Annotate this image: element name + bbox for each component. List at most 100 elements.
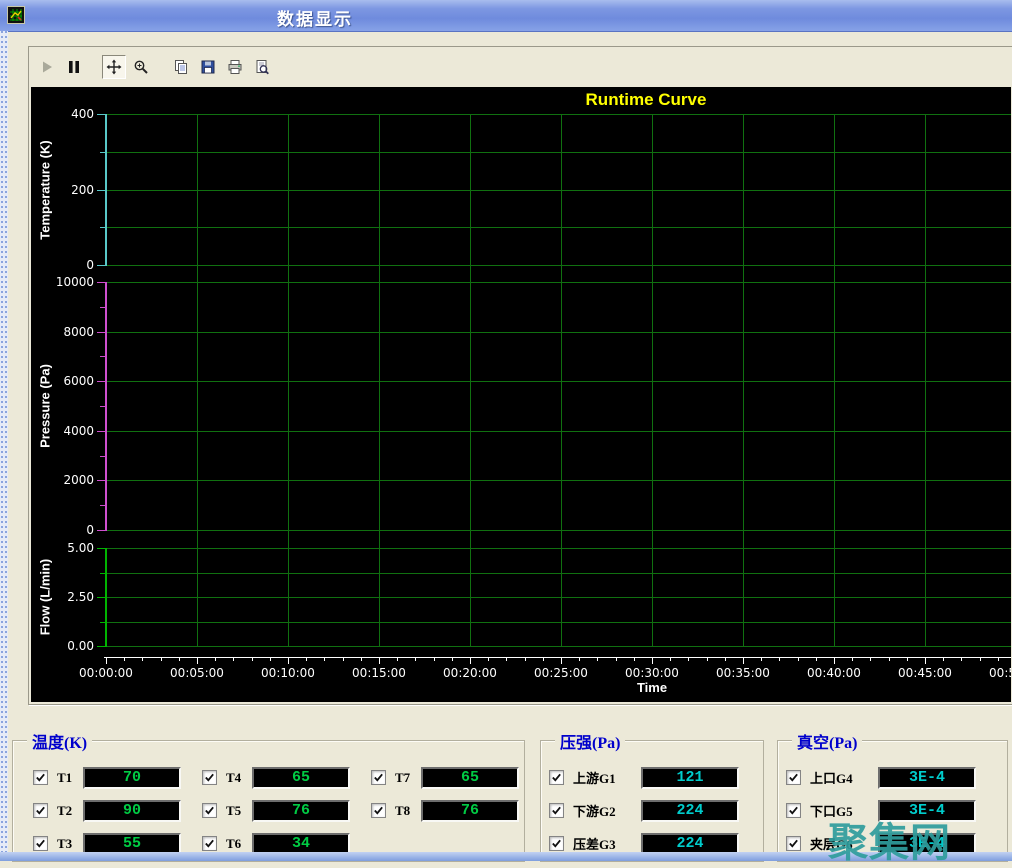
y-major-tick (97, 548, 105, 549)
t5-checkbox[interactable] (202, 803, 217, 818)
horizontal-gridline (106, 622, 1011, 623)
channel-label: T2 (57, 803, 81, 819)
channel-row-t7: T7 65 (371, 761, 526, 794)
print-button[interactable] (223, 55, 247, 79)
title-bar[interactable]: 数据显示 (0, 0, 1012, 32)
channel-label: 下游G2 (573, 801, 639, 820)
x-major-tick (834, 658, 835, 664)
g1-value-display: 121 (641, 767, 739, 789)
check-icon (788, 772, 799, 783)
y-tick-label: 0 (44, 258, 94, 272)
print-preview-icon (254, 59, 270, 75)
check-icon (35, 838, 46, 849)
x-minor-tick (634, 658, 635, 661)
x-minor-tick (324, 658, 325, 661)
chart-canvas[interactable]: 0200400Temperature (K)020004000600080001… (31, 87, 1011, 702)
channel-row-t5: T5 76 (202, 794, 357, 827)
y-tick-label: 400 (44, 107, 94, 121)
channel-row-g2: 下游G2 224 (549, 794, 754, 827)
x-minor-tick (415, 658, 416, 661)
window-title: 数据显示 (277, 5, 353, 30)
y-axis-line (105, 548, 107, 647)
pan-tool-button[interactable] (102, 55, 126, 79)
chart-toolbar (35, 52, 274, 82)
check-icon (204, 838, 215, 849)
check-icon (35, 805, 46, 816)
vertical-gridline (197, 114, 198, 646)
g6-checkbox[interactable] (786, 836, 801, 851)
x-minor-tick (761, 658, 762, 661)
copy-button[interactable] (169, 55, 193, 79)
save-button[interactable] (196, 55, 220, 79)
zoom-magnifier-icon (133, 59, 149, 75)
x-major-tick (743, 658, 744, 664)
g3-checkbox[interactable] (549, 836, 564, 851)
x-major-tick (288, 658, 289, 664)
channel-label: T6 (226, 836, 250, 852)
x-minor-tick (816, 658, 817, 661)
channel-label: T3 (57, 836, 81, 852)
x-major-tick (106, 658, 107, 664)
check-icon (204, 805, 215, 816)
x-minor-tick (943, 658, 944, 661)
y-minor-tick (100, 356, 105, 357)
x-minor-tick (161, 658, 162, 661)
x-minor-tick (579, 658, 580, 661)
pause-button[interactable] (62, 55, 86, 79)
x-minor-tick (597, 658, 598, 661)
channel-label: T7 (395, 770, 419, 786)
x-minor-tick (397, 658, 398, 661)
g5-checkbox[interactable] (786, 803, 801, 818)
zoom-tool-button[interactable] (129, 55, 153, 79)
vertical-gridline (288, 114, 289, 646)
channel-label: 上游G1 (573, 768, 639, 787)
g2-checkbox[interactable] (549, 803, 564, 818)
x-major-tick (561, 658, 562, 664)
play-button[interactable] (35, 55, 59, 79)
t1-value-display: 70 (83, 767, 181, 789)
y-major-tick (97, 431, 105, 432)
channel-row-g1: 上游G1 121 (549, 761, 754, 794)
x-minor-tick (870, 658, 871, 661)
x-minor-tick (434, 658, 435, 661)
x-minor-tick (798, 658, 799, 661)
t4-value-display: 65 (252, 767, 350, 789)
t4-checkbox[interactable] (202, 770, 217, 785)
t8-value-display: 76 (421, 800, 519, 822)
channel-label: T1 (57, 770, 81, 786)
t2-checkbox[interactable] (33, 803, 48, 818)
x-minor-tick (907, 658, 908, 661)
x-major-tick (470, 658, 471, 664)
pressure-groupbox: 压强(Pa) 上游G1 121 下游G2 224 压差G3 224 (540, 740, 764, 862)
channel-row-t8: T8 76 (371, 794, 526, 827)
x-tick-label: 00:30:00 (617, 666, 687, 680)
x-minor-tick (270, 658, 271, 661)
g1-checkbox[interactable] (549, 770, 564, 785)
horizontal-gridline (106, 265, 1011, 266)
x-tick-label: 00:50:00 (981, 666, 1011, 680)
print-preview-button[interactable] (250, 55, 274, 79)
x-axis-line (104, 657, 1011, 658)
t3-checkbox[interactable] (33, 836, 48, 851)
y-axis-title: Flow (L/min) (38, 559, 53, 636)
t6-checkbox[interactable] (202, 836, 217, 851)
vacuum-group-title: 真空(Pa) (792, 729, 862, 753)
check-icon (373, 805, 384, 816)
data-display-window: 数据显示 (0, 0, 1012, 861)
y-minor-tick (100, 406, 105, 407)
x-minor-tick (980, 658, 981, 661)
y-major-tick (97, 530, 105, 531)
y-tick-label: 0 (44, 523, 94, 537)
watermark: 聚集网 (828, 810, 951, 868)
t8-checkbox[interactable] (371, 803, 386, 818)
y-minor-tick (100, 456, 105, 457)
horizontal-gridline (106, 381, 1011, 382)
t7-checkbox[interactable] (371, 770, 386, 785)
y-minor-tick (100, 505, 105, 506)
y-minor-tick (100, 227, 105, 228)
t1-checkbox[interactable] (33, 770, 48, 785)
g4-checkbox[interactable] (786, 770, 801, 785)
g4-value-display: 3E-4 (878, 767, 976, 789)
channel-label: T4 (226, 770, 250, 786)
channel-label: 上口G4 (810, 768, 876, 787)
